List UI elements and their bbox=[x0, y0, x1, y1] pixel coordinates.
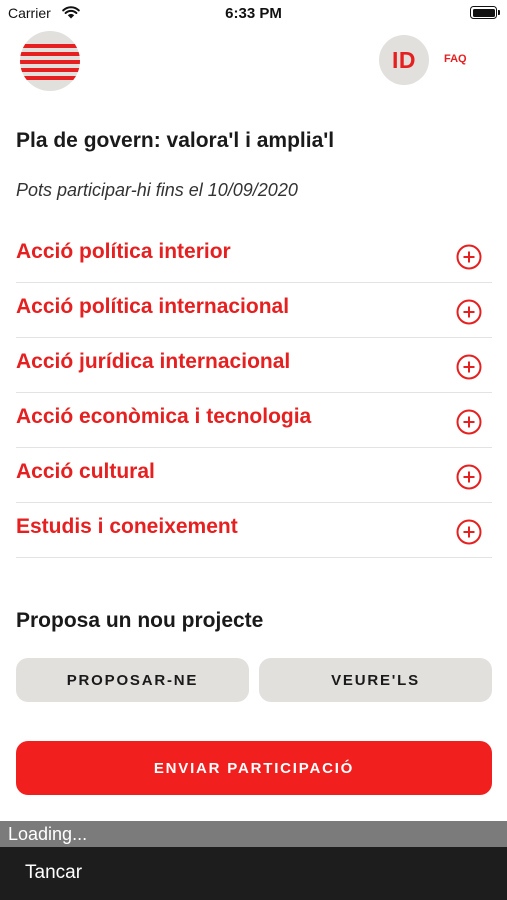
category-item-accio-cultural[interactable]: Acció cultural bbox=[16, 448, 492, 503]
plus-circle-icon[interactable] bbox=[456, 464, 482, 490]
faq-link[interactable]: FAQ bbox=[444, 53, 467, 65]
category-label: Acció política internacional bbox=[16, 295, 290, 318]
page-title: Pla de govern: valora'l i amplia'l bbox=[16, 129, 335, 152]
category-item-accio-politica-interior[interactable]: Acció política interior bbox=[16, 228, 492, 283]
category-label: Acció econòmica i tecnologia bbox=[16, 405, 312, 428]
loading-text: Loading... bbox=[8, 824, 88, 844]
plus-circle-icon[interactable] bbox=[456, 409, 482, 435]
category-label: Estudis i coneixement bbox=[16, 515, 238, 538]
plus-circle-icon[interactable] bbox=[456, 354, 482, 380]
plus-circle-icon[interactable] bbox=[456, 299, 482, 325]
category-item-accio-politica-internacional[interactable]: Acció política internacional bbox=[16, 283, 492, 338]
plus-circle-icon[interactable] bbox=[456, 519, 482, 545]
category-label: Acció política interior bbox=[16, 240, 231, 263]
category-label: Acció jurídica internacional bbox=[16, 350, 291, 373]
category-item-accio-economica-tecnologia[interactable]: Acció econòmica i tecnologia bbox=[16, 393, 492, 448]
propose-button[interactable]: PROPOSAR-NE bbox=[16, 658, 249, 702]
bottom-toolbar: Tancar bbox=[0, 847, 507, 900]
close-button[interactable]: Tancar bbox=[25, 862, 82, 884]
submit-participation-button[interactable]: ENVIAR PARTICIPACIÓ bbox=[16, 741, 492, 795]
view-proposals-button[interactable]: VEURE'LS bbox=[259, 658, 492, 702]
id-button[interactable]: ID bbox=[379, 35, 429, 85]
striped-circle-logo-icon bbox=[20, 44, 80, 80]
status-bar: Carrier 6:33 PM bbox=[0, 0, 507, 26]
category-item-accio-juridica-internacional[interactable]: Acció jurídica internacional bbox=[16, 338, 492, 393]
category-list: Acció política interior Acció política i… bbox=[16, 228, 492, 558]
deadline-text: Pots participar-hi fins el 10/09/2020 bbox=[16, 180, 298, 200]
plus-circle-icon[interactable] bbox=[456, 244, 482, 270]
app-logo[interactable] bbox=[20, 31, 80, 91]
status-time: 6:33 PM bbox=[225, 5, 282, 22]
battery-icon bbox=[470, 6, 500, 19]
category-label: Acció cultural bbox=[16, 460, 155, 483]
category-item-estudis-coneixement[interactable]: Estudis i coneixement bbox=[16, 503, 492, 558]
proposal-section-title: Proposa un nou projecte bbox=[16, 609, 264, 632]
loading-bar: Loading... bbox=[0, 821, 507, 847]
